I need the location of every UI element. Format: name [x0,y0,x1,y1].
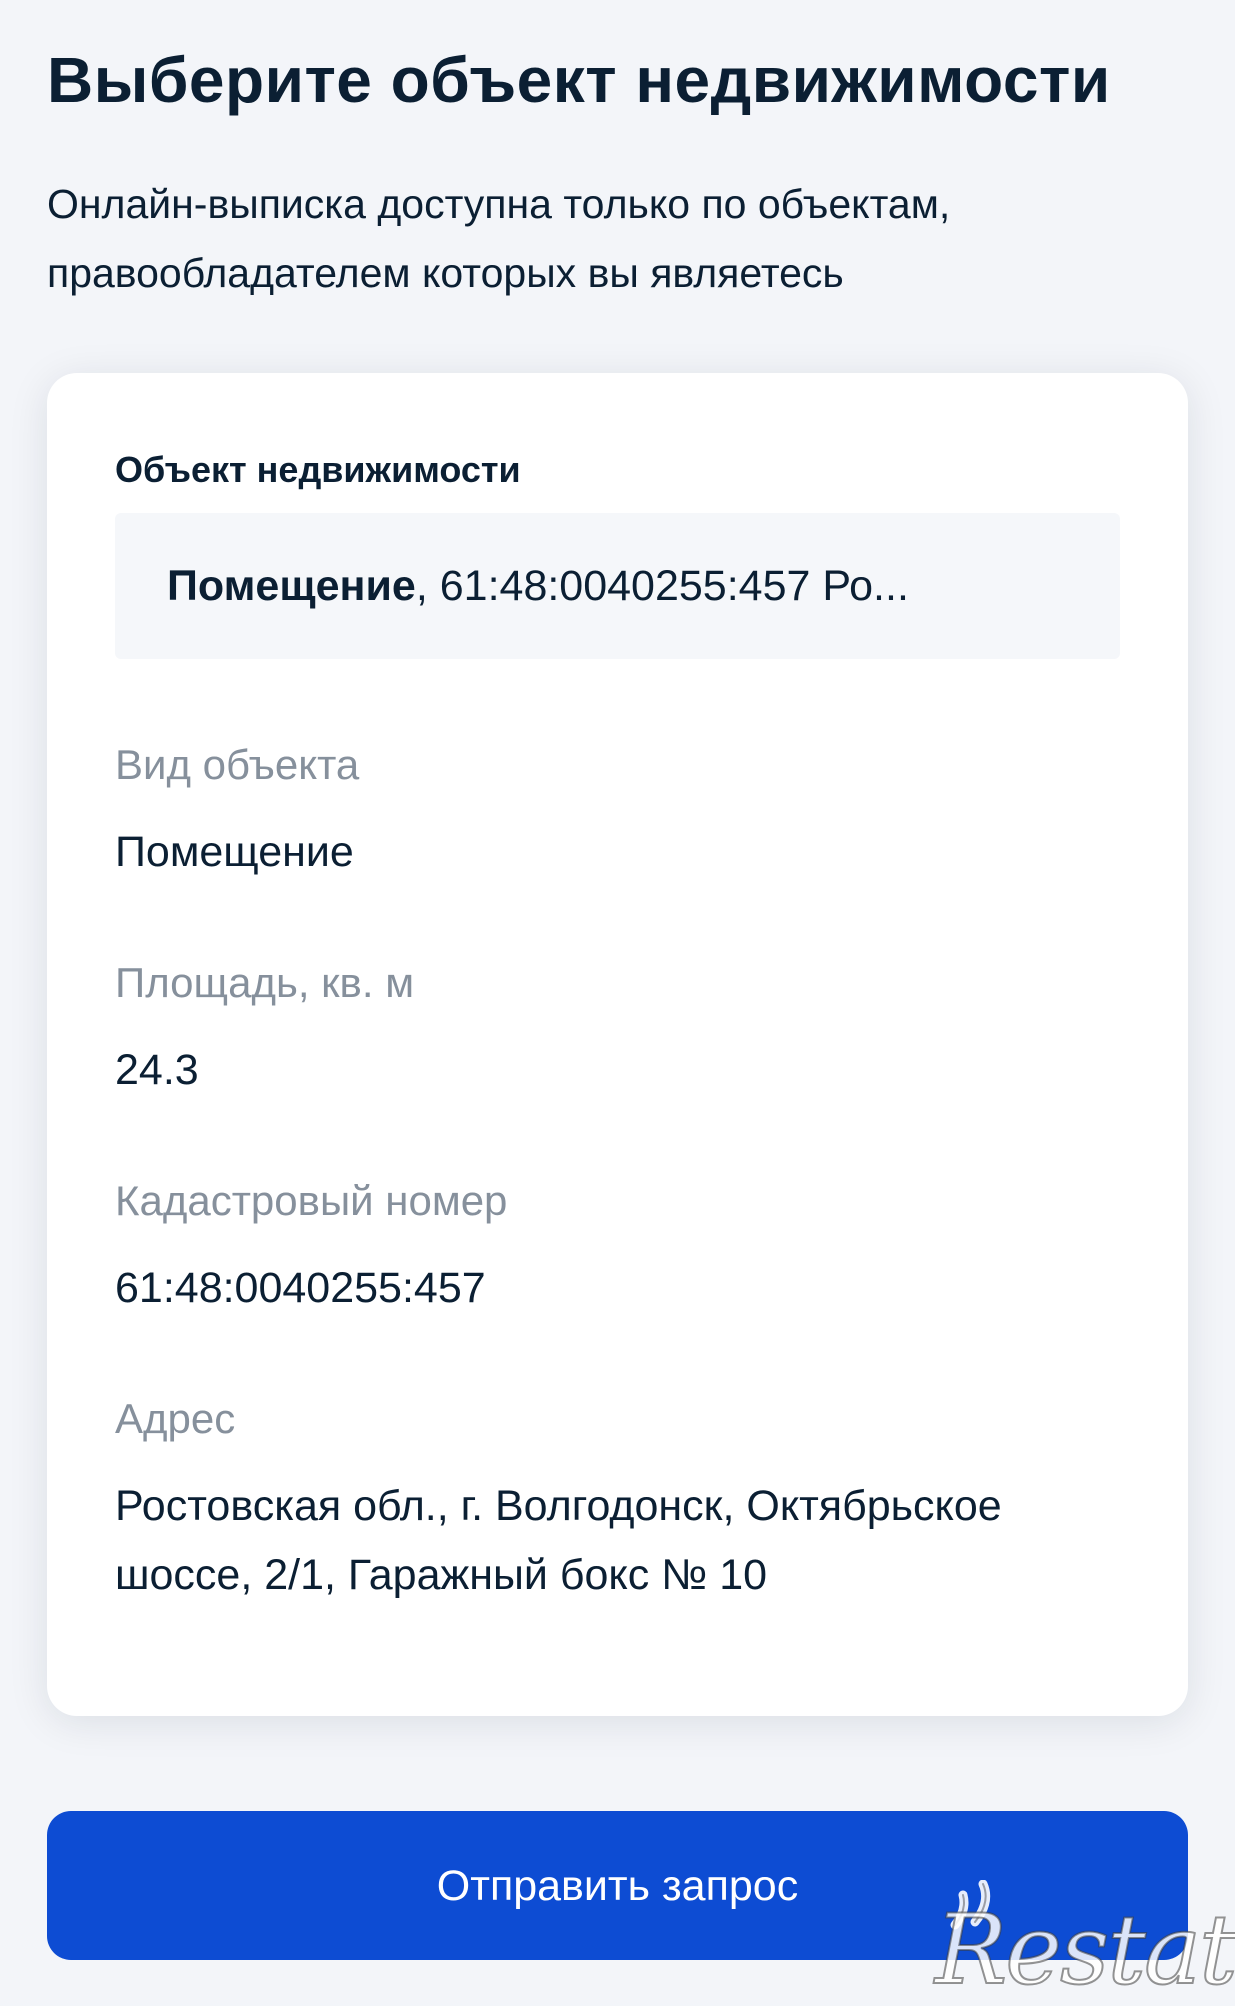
address-value: Ростовская обл., г. Волгодонск, Октябрьс… [115,1472,1125,1610]
cadastral-number-label: Кадастровый номер [115,1177,508,1224]
submit-request-button[interactable]: Отправить запрос [47,1811,1188,1960]
object-type-label: Вид объекта [115,741,360,788]
page-subtitle: Онлайн-выписка доступна только по объект… [47,170,1147,308]
selected-object-type: Помещение [167,562,416,610]
address-group: Адрес Ростовская обл., г. Волгодонск, Ок… [115,1393,1125,1610]
area-label: Площадь, кв. м [115,959,415,1006]
cadastral-number-group: Кадастровый номер 61:48:0040255:457 [115,1175,1125,1323]
address-line-2: шоссе, 2/1, Гаражный бокс № 10 [115,1551,768,1599]
area-value: 24.3 [115,1046,199,1094]
cadastral-number-value: 61:48:0040255:457 [115,1264,486,1312]
object-type-value: Помещение [115,828,354,876]
address-line-1: Ростовская обл., г. Волгодонск, Октябрьс… [115,1482,1002,1530]
area-group: Площадь, кв. м 24.3 [115,957,1125,1105]
page-title: Выберите объект недвижимости [47,44,1111,116]
object-select-dropdown[interactable]: Помещение, 61:48:0040255:457 Ро... [115,513,1120,659]
object-select-label: Объект недвижимости [115,449,521,490]
selected-object-details: , 61:48:0040255:457 Ро... [415,562,909,610]
subtitle-line-1: Онлайн-выписка доступна только по объект… [47,181,951,227]
property-details-card: Объект недвижимости Помещение, 61:48:004… [47,373,1188,1716]
object-type-group: Вид объекта Помещение [115,739,1125,887]
address-label: Адрес [115,1395,236,1442]
subtitle-line-2: правообладателем которых вы являетесь [47,250,844,296]
